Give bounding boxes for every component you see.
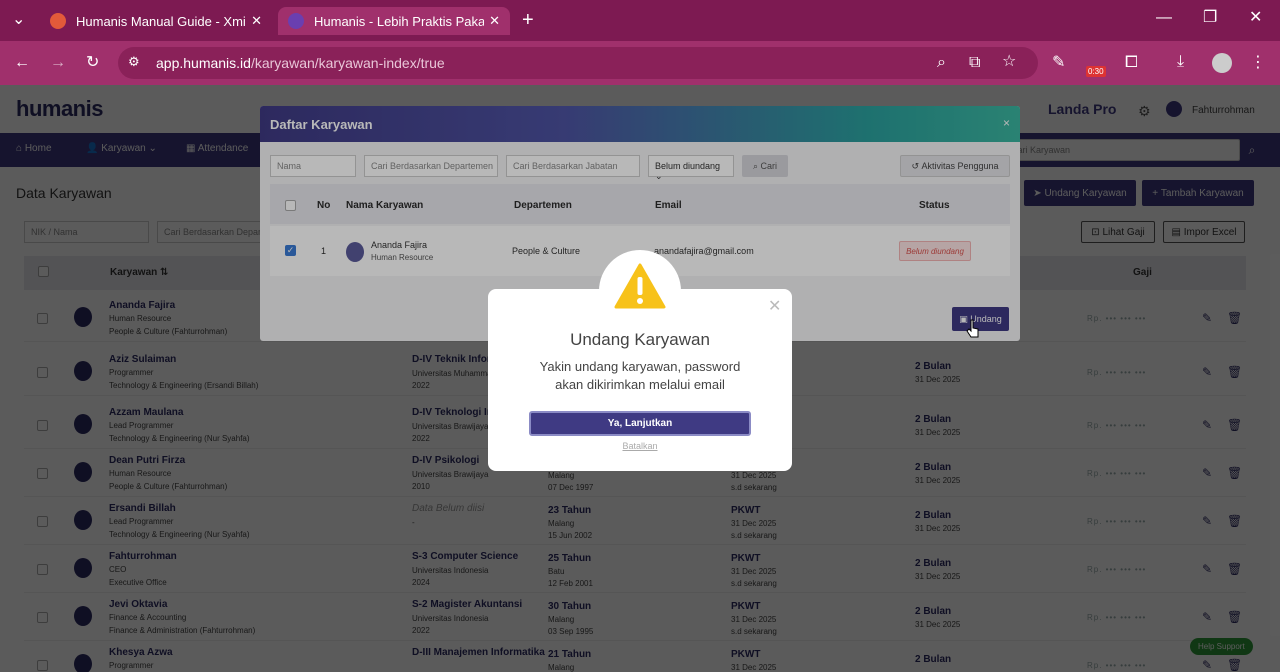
new-tab-icon[interactable]: + (522, 10, 534, 30)
forward-icon[interactable]: → (50, 55, 66, 71)
warning-icon (614, 263, 666, 309)
zoom-icon[interactable]: ⌕ (937, 55, 946, 71)
confirm-button[interactable]: Ya, Lanjutkan (529, 411, 751, 436)
dialog-message: Yakin undang karyawan, password akan dik… (539, 359, 741, 392)
window-close-icon[interactable]: ✕ (1249, 10, 1262, 26)
bookmark-star-icon[interactable]: ☆ (1002, 54, 1016, 70)
address-bar[interactable]: app.humanis.id/karyawan/karyawan-index/t… (118, 47, 1038, 79)
install-app-icon[interactable]: ⧉ (969, 55, 980, 71)
dialog-title: Undang Karyawan (570, 330, 710, 349)
extensions-puzzle-icon[interactable]: ⧠ (1125, 55, 1138, 71)
browser-tab-xmind[interactable]: Humanis Manual Guide - Xmind ✕ (40, 7, 272, 35)
humanis-favicon-icon (288, 13, 304, 29)
minimize-icon[interactable]: — (1156, 10, 1172, 26)
cancel-button[interactable]: Batalkan (488, 441, 792, 451)
close-tab-icon[interactable]: ✕ (251, 13, 262, 29)
site-info-icon[interactable]: ⚙ (128, 55, 140, 68)
download-icon[interactable]: ⤓ (1177, 54, 1184, 70)
reload-icon[interactable]: ↻ (86, 55, 99, 71)
extension-badge: 0:30 (1086, 66, 1106, 77)
profile-avatar[interactable] (1212, 53, 1232, 73)
mouse-cursor-icon (966, 319, 979, 338)
close-tab-icon[interactable]: ✕ (489, 13, 500, 29)
back-icon[interactable]: ← (14, 55, 30, 71)
browser-tab-humanis[interactable]: Humanis - Lebih Praktis Pakai HRIS ✕ (278, 7, 510, 35)
dialog-close-icon[interactable]: ✕ (768, 296, 781, 316)
xmind-favicon-icon (50, 13, 66, 29)
feather-extension-icon[interactable]: ✎ (1052, 55, 1065, 71)
browser-menu-icon[interactable]: ⋮ (1250, 55, 1266, 71)
tab-list-chevron-icon[interactable]: ⌄ (12, 12, 25, 28)
restore-icon[interactable]: ❐ (1203, 10, 1217, 26)
